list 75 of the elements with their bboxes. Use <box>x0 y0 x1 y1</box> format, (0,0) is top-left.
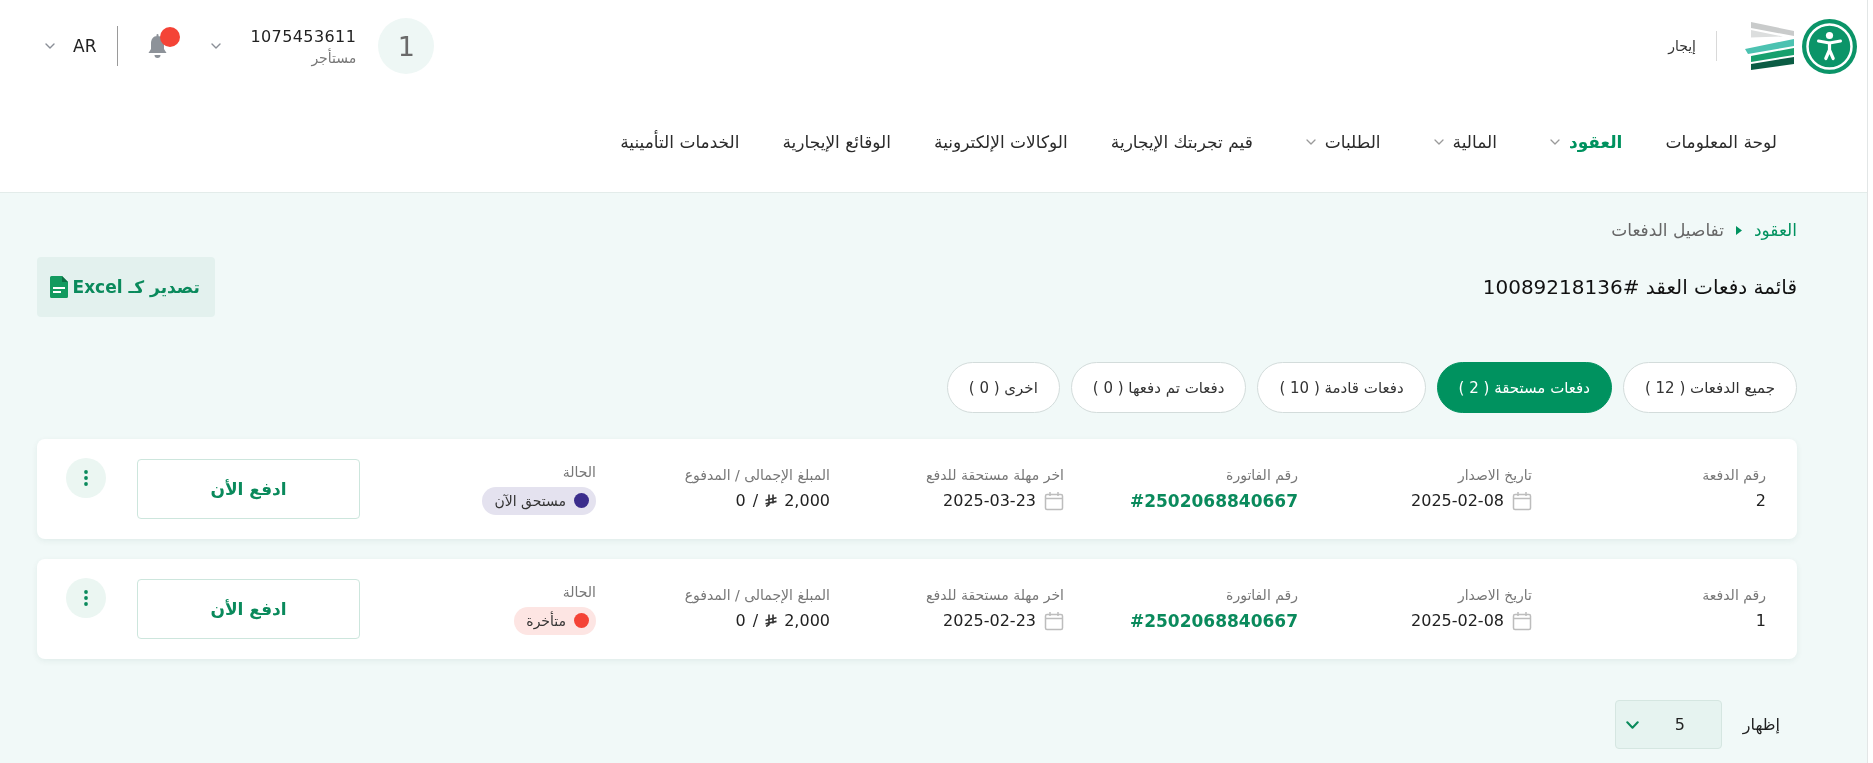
filter-tab[interactable]: دفعات قادمة ( 10 ) <box>1257 362 1426 413</box>
chevron-icon[interactable] <box>211 43 222 49</box>
accessibility-icon[interactable] <box>1802 18 1857 74</box>
nav-item[interactable]: الخدمات التأمينية <box>620 132 740 152</box>
page-size-label: إظهار <box>1742 715 1780 734</box>
breadcrumb-current: تفاصيل الدفعات <box>1611 220 1724 240</box>
chevron-icon <box>1625 720 1639 729</box>
amount-separator: / <box>752 611 759 630</box>
status-text: متأخرة <box>526 612 566 629</box>
date-text: 2025-02-08 <box>1411 611 1504 630</box>
calendar-icon <box>1044 490 1064 511</box>
calendar-icon <box>1044 610 1064 631</box>
amount-total: 2,000 <box>784 611 830 630</box>
breadcrumb-link[interactable]: العقود <box>1753 220 1797 240</box>
payment-number: 2 <box>1755 491 1766 510</box>
field-label: الحالة <box>562 583 596 600</box>
nav-item[interactable]: العقود <box>1539 132 1623 152</box>
language-button[interactable]: AR <box>45 36 97 56</box>
field-label: رقم الفاتورة <box>1226 586 1298 603</box>
user-id: 1075453611 <box>250 26 357 46</box>
more-vertical-icon <box>84 470 88 486</box>
date-text: 2025-03-23 <box>943 491 1036 510</box>
chevron-icon <box>1305 139 1316 145</box>
status-text: مستحق الآن <box>494 492 566 509</box>
spreadsheet-file-icon <box>49 276 68 298</box>
chevron-icon <box>45 43 55 49</box>
filter-tab[interactable]: اخرى ( 0 ) <box>946 362 1060 413</box>
page-title: قائمة دفعات العقد #10089218136 <box>1482 275 1797 299</box>
field-label: اخر مهلة مستحقة للدفع <box>926 586 1064 603</box>
more-vertical-icon <box>84 590 88 606</box>
filter-tab[interactable]: دفعات تم دفعها ( 0 ) <box>1070 362 1247 413</box>
amount-total: 2,000 <box>784 491 830 510</box>
nav-item[interactable]: الوقائع الإيجارية <box>782 132 892 152</box>
pay-now-button[interactable]: ادفع الأن <box>137 459 360 519</box>
payment-number: 1 <box>1755 611 1766 630</box>
pay-now-button[interactable]: ادفع الأن <box>137 579 360 639</box>
field-label: تاريخ الاصدار <box>1457 466 1532 483</box>
field-label: الحالة <box>562 463 596 480</box>
invoice-link[interactable]: #2502068840667 <box>1129 610 1298 631</box>
page-size-select[interactable]: 5 <box>1614 700 1722 749</box>
caret-icon <box>1735 225 1742 235</box>
chevron-icon <box>1433 139 1444 145</box>
filter-tab[interactable]: جميع الدفعات ( 12 ) <box>1622 362 1797 413</box>
field-label: المبلغ الإجمالى / المدفوع <box>684 466 830 483</box>
calendar-icon <box>1512 490 1532 511</box>
nav-item[interactable]: قيم تجربتك الإيجارية <box>1110 132 1253 152</box>
field-label: رقم الدفعة <box>1702 586 1766 603</box>
nav-item[interactable]: الوكالات الإلكترونية <box>934 132 1068 152</box>
amount-paid: 0 <box>735 611 746 630</box>
field-label: رقم الفاتورة <box>1226 466 1298 483</box>
field-label: تاريخ الاصدار <box>1457 586 1532 603</box>
field-label: رقم الدفعة <box>1702 466 1766 483</box>
date-text: 2025-02-23 <box>943 611 1036 630</box>
calendar-icon <box>1512 610 1532 631</box>
brand-name: إيجار <box>1668 38 1696 54</box>
bell-icon[interactable] <box>147 33 169 59</box>
more-options-button[interactable] <box>66 578 106 618</box>
date-text: 2025-02-08 <box>1411 491 1504 510</box>
field-label: اخر مهلة مستحقة للدفع <box>926 466 1064 483</box>
amount-paid: 0 <box>735 491 746 510</box>
currency-icon <box>765 494 778 507</box>
amount-separator: / <box>752 491 759 510</box>
field-label: المبلغ الإجمالى / المدفوع <box>684 586 830 603</box>
nav-item[interactable]: المالية <box>1423 132 1497 152</box>
invoice-link[interactable]: #2502068840667 <box>1129 490 1298 511</box>
logo-icon <box>1745 22 1796 70</box>
user-avatar: 1 <box>378 18 435 74</box>
nav-item[interactable]: لوحة المعلومات <box>1665 132 1777 152</box>
user-role: مستأجر <box>311 49 357 66</box>
currency-icon <box>765 614 778 627</box>
chevron-icon <box>1549 139 1560 145</box>
filter-tab[interactable]: دفعات مستحقة ( 2 ) <box>1436 362 1612 413</box>
nav-item[interactable]: الطلبات <box>1295 132 1381 152</box>
more-options-button[interactable] <box>66 458 106 498</box>
export-excel-button[interactable]: تصدير كـ Excel <box>37 257 215 317</box>
